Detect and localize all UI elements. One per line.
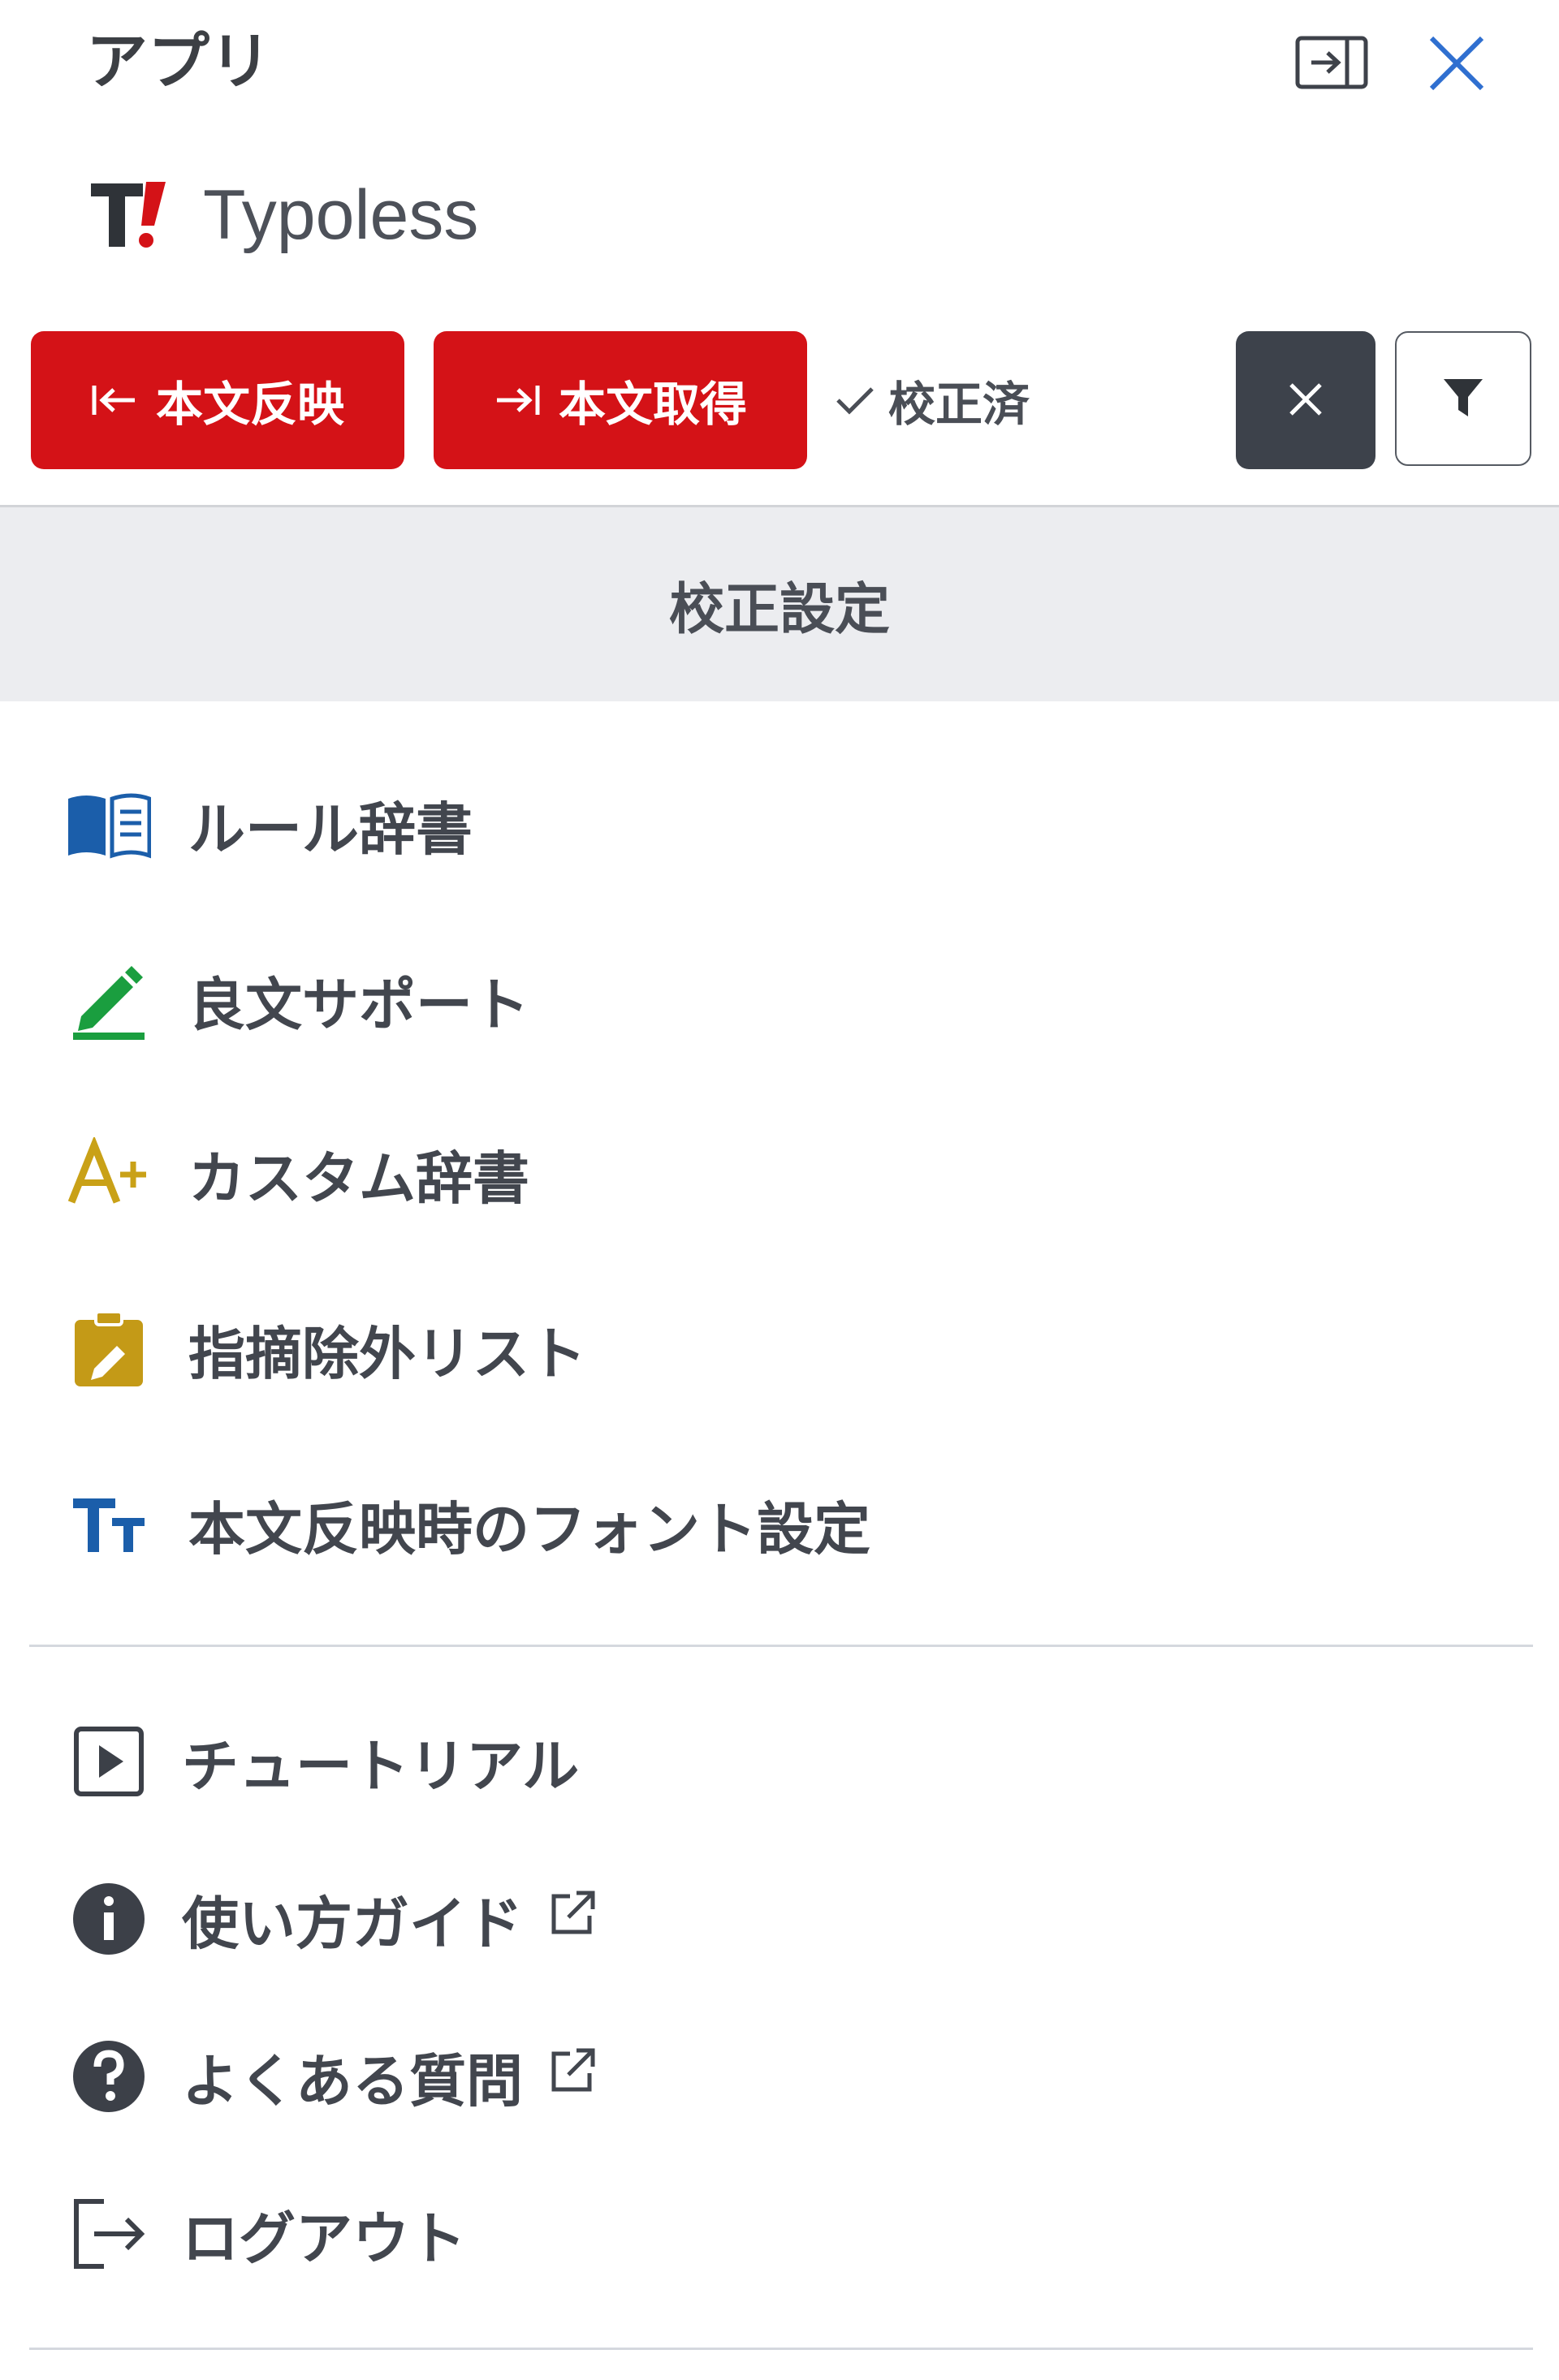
status-label: 校正済 [888, 377, 1030, 432]
app-identity: Typoless [89, 170, 478, 260]
external-link-icon [547, 2043, 598, 2110]
play-square-icon [67, 1719, 151, 1804]
book-icon [67, 783, 151, 867]
menu-item-logout[interactable]: ログアウト [0, 2161, 1559, 2307]
typoless-logo [89, 170, 167, 260]
filter-button[interactable] [1395, 331, 1531, 466]
x-icon [1288, 382, 1324, 420]
dock-panel-icon[interactable] [1293, 32, 1371, 93]
menu-item-font-settings[interactable]: 本文反映時のフォント設定 [0, 1451, 1559, 1597]
check-icon [835, 373, 875, 428]
menu-item-rule-dictionary[interactable]: ルール辞書 [0, 752, 1559, 898]
section-title: 校正設定 [668, 578, 890, 642]
menu-item-label: 良文サポート [188, 971, 529, 1038]
clear-button[interactable] [1236, 331, 1375, 469]
info-circle-icon [67, 1877, 151, 1961]
status-badge: 校正済 [835, 331, 1030, 469]
a-plus-icon [67, 1132, 151, 1216]
apply-text-label: 本文反映 [155, 377, 344, 432]
proofread-toolbar: 本文反映 本文取得 校正済 [0, 331, 1559, 471]
question-circle-icon [67, 2034, 151, 2119]
close-icon[interactable] [1423, 29, 1491, 97]
panel-title: アプリ [86, 25, 271, 97]
text-size-icon [67, 1482, 151, 1567]
menu-item-custom-dictionary[interactable]: カスタム辞書 [0, 1101, 1559, 1247]
filter-icon [1442, 377, 1484, 420]
clipboard-edit-icon [67, 1307, 151, 1391]
menu-item-exclusion-list[interactable]: 指摘除外リスト [0, 1276, 1559, 1422]
menu-item-label: 指摘除外リスト [188, 1320, 586, 1387]
menu-item-label: カスタム辞書 [188, 1145, 529, 1212]
arrow-left-bar-icon [91, 382, 138, 418]
menu-item-label: ログアウト [182, 2205, 466, 2272]
fetch-text-label: 本文取得 [558, 377, 747, 432]
menu-item-label: ルール辞書 [188, 795, 473, 863]
fetch-text-button[interactable]: 本文取得 [434, 331, 807, 469]
pencil-icon [67, 958, 151, 1042]
app-name: Typoless [203, 176, 479, 254]
menu-item-label: 本文反映時のフォント設定 [188, 1495, 870, 1563]
divider [29, 2348, 1533, 2350]
apply-text-button[interactable]: 本文反映 [31, 331, 404, 469]
section-header: 校正設定 [0, 505, 1559, 701]
external-link-icon [547, 1886, 598, 1952]
menu-item-faq[interactable]: よくある質問 [0, 2003, 1559, 2149]
arrow-right-bar-icon [494, 382, 541, 418]
menu-item-label: 使い方ガイド [182, 1878, 598, 1960]
menu-item-label: チュートリアル [182, 1732, 580, 1800]
menu-item-user-guide[interactable]: 使い方ガイド [0, 1846, 1559, 1992]
logout-icon [67, 2192, 151, 2276]
divider [29, 1645, 1533, 1647]
menu-item-label: よくある質問 [182, 2036, 598, 2118]
menu-item-tutorial[interactable]: チュートリアル [0, 1688, 1559, 1835]
menu-item-writing-support[interactable]: 良文サポート [0, 927, 1559, 1073]
